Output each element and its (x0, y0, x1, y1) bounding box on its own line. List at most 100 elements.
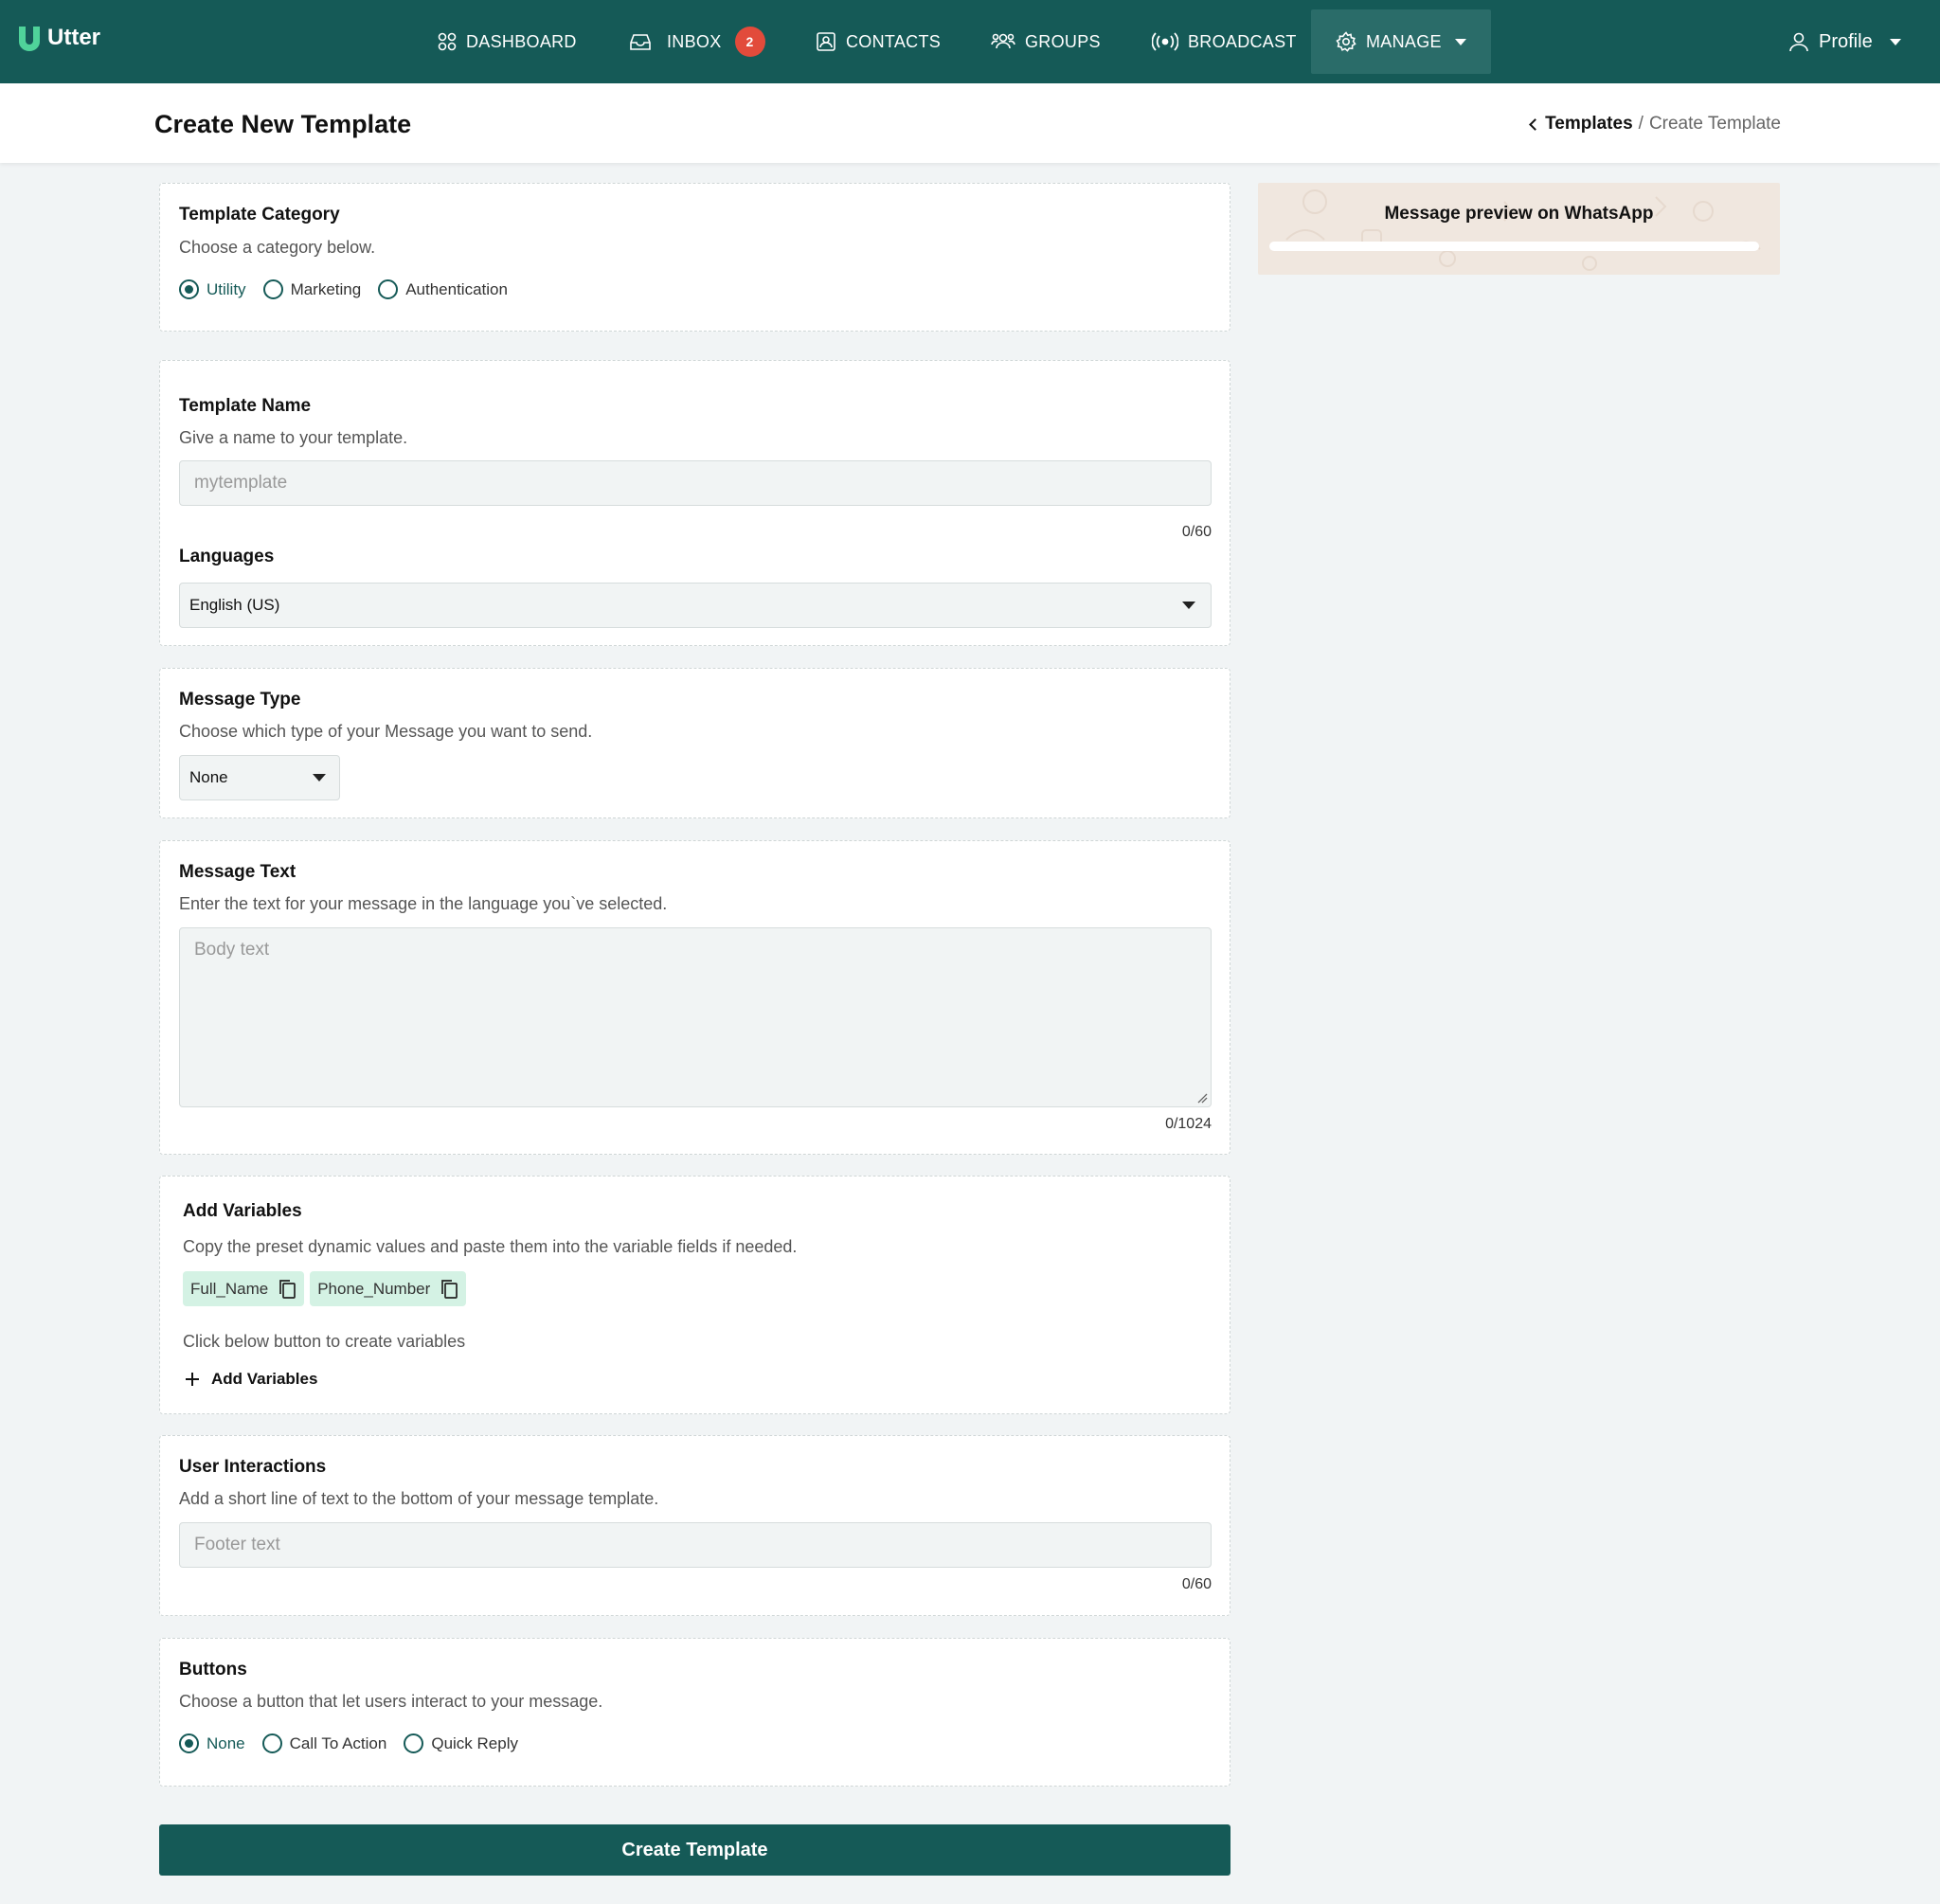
radio-checked-icon (179, 1733, 199, 1753)
brand-logo[interactable]: Utter (17, 25, 100, 51)
nav-broadcast[interactable]: BROADCAST (1152, 0, 1297, 83)
breadcrumb-separator: / (1638, 114, 1644, 134)
nav-contacts-label: CONTACTS (846, 31, 942, 51)
nav-manage-label: MANAGE (1366, 31, 1442, 51)
template-name-title: Template Name (179, 396, 312, 416)
category-subtitle: Choose a category below. (179, 238, 376, 257)
template-name-subtitle: Give a name to your template. (179, 428, 408, 447)
radio-call-to-action[interactable]: Call To Action (261, 1733, 387, 1753)
chevron-down-icon (1889, 38, 1901, 45)
add-variables-button[interactable]: Add Variables (185, 1370, 317, 1389)
radio-unchecked-icon (378, 279, 399, 299)
radio-utility[interactable]: Utility (179, 279, 246, 299)
radio-unchecked-icon (262, 279, 283, 299)
whatsapp-preview-panel: Message preview on WhatsApp (1258, 183, 1780, 275)
nav-dashboard[interactable]: DASHBOARD (438, 0, 577, 83)
variable-chip-label: Full_Name (190, 1279, 269, 1298)
page-title: Create New Template (154, 110, 412, 138)
radio-quick-reply[interactable]: Quick Reply (404, 1733, 518, 1753)
variables-subtitle: Copy the preset dynamic values and paste… (183, 1237, 798, 1256)
add-variables-card: Add Variables Copy the preset dynamic va… (159, 1176, 1230, 1414)
message-type-select[interactable]: None (179, 755, 340, 800)
template-name-input[interactable]: mytemplate (179, 460, 1212, 506)
inbox-icon (630, 34, 651, 50)
language-select[interactable]: English (US) (179, 583, 1212, 628)
copy-icon[interactable] (440, 1279, 458, 1300)
buttons-card: Buttons Choose a button that let users i… (159, 1638, 1230, 1787)
create-template-button[interactable]: Create Template (159, 1824, 1230, 1876)
user-interactions-subtitle: Add a short line of text to the bottom o… (179, 1489, 659, 1508)
chevron-down-icon (1182, 602, 1195, 609)
buttons-subtitle: Choose a button that let users interact … (179, 1692, 603, 1711)
message-body-textarea[interactable]: Body text (179, 927, 1212, 1107)
radio-authentication[interactable]: Authentication (378, 279, 508, 299)
message-text-title: Message Text (179, 862, 296, 882)
chevron-left-icon (1529, 117, 1541, 131)
radio-marketing[interactable]: Marketing (262, 279, 362, 299)
nav-groups-label: GROUPS (1025, 31, 1101, 51)
category-radio-group: Utility Marketing Authentication (179, 279, 508, 299)
message-type-card: Message Type Choose which type of your M… (159, 668, 1230, 818)
profile-dropdown[interactable]: Profile (1788, 0, 1901, 83)
nav-inbox[interactable]: INBOX 2 (629, 0, 765, 83)
breadcrumb-parent-label: Templates (1545, 114, 1633, 134)
utter-logo-icon (19, 27, 40, 51)
nav-groups[interactable]: GROUPS (991, 0, 1101, 83)
template-name-placeholder: mytemplate (194, 473, 288, 493)
preview-title: Message preview on WhatsApp (1384, 204, 1654, 224)
variables-title: Add Variables (183, 1201, 302, 1221)
chevron-down-icon (1454, 38, 1466, 45)
breadcrumb-current: Create Template (1648, 114, 1781, 134)
message-type-subtitle: Choose which type of your Message you wa… (179, 722, 593, 741)
nav-inbox-label: INBOX (667, 31, 722, 51)
buttons-title: Buttons (179, 1660, 247, 1679)
message-type-title: Message Type (179, 690, 301, 710)
gear-icon (1336, 31, 1356, 52)
language-select-value: English (US) (189, 596, 280, 614)
page-header: Create New Template Templates / Create T… (0, 83, 1940, 163)
radio-unchecked-icon (261, 1733, 282, 1753)
plus-icon (186, 1373, 199, 1386)
variable-chip-label: Phone_Number (317, 1279, 431, 1298)
languages-label: Languages (179, 547, 275, 566)
resize-handle-icon[interactable] (1196, 1092, 1208, 1104)
template-name-counter: 0/60 (1181, 524, 1212, 540)
user-interactions-card: User Interactions Add a short line of te… (159, 1435, 1230, 1616)
footer-text-placeholder: Footer text (194, 1535, 280, 1554)
chat-wallpaper-pattern (1285, 189, 1761, 271)
add-variables-label: Add Variables (211, 1370, 318, 1388)
nav-contacts[interactable]: CONTACTS (816, 0, 941, 83)
template-name-card: Template Name Give a name to your templa… (159, 360, 1230, 646)
message-type-select-value: None (189, 768, 228, 786)
template-category-card: Template Category Choose a category belo… (159, 183, 1230, 332)
nav-dashboard-label: DASHBOARD (466, 31, 577, 51)
groups-icon (991, 33, 1015, 49)
user-icon (1789, 32, 1808, 52)
inbox-count-badge: 2 (734, 27, 765, 57)
breadcrumb: Templates / Create Template (1529, 114, 1781, 135)
category-title: Template Category (179, 205, 340, 225)
contacts-icon (817, 32, 835, 51)
message-text-card: Message Text Enter the text for your mes… (159, 840, 1230, 1155)
radio-call-to-action-label: Call To Action (289, 1733, 387, 1752)
footer-text-input[interactable]: Footer text (179, 1522, 1212, 1568)
radio-utility-label: Utility (207, 279, 246, 298)
chevron-down-icon (313, 774, 326, 781)
radio-button-none[interactable]: None (179, 1733, 245, 1753)
message-text-counter: 0/1024 (1165, 1116, 1212, 1132)
radio-button-none-label: None (207, 1733, 245, 1752)
variable-chip-full-name[interactable]: Full_Name (183, 1271, 305, 1306)
breadcrumb-templates-link[interactable]: Templates (1529, 114, 1633, 135)
variable-chip-phone-number[interactable]: Phone_Number (310, 1271, 467, 1306)
radio-checked-icon (179, 279, 199, 299)
brand-name: Utter (47, 25, 101, 50)
radio-marketing-label: Marketing (290, 279, 362, 298)
footer-text-counter: 0/60 (1181, 1576, 1212, 1592)
profile-label: Profile (1819, 30, 1873, 52)
nav-manage-dropdown[interactable]: MANAGE (1311, 9, 1491, 74)
buttons-radio-group: None Call To Action Quick Reply (179, 1733, 518, 1753)
user-interactions-title: User Interactions (179, 1457, 327, 1477)
variable-chips: Full_Name Phone_Number (183, 1271, 467, 1306)
copy-icon[interactable] (278, 1279, 296, 1300)
message-body-placeholder: Body text (194, 940, 270, 960)
